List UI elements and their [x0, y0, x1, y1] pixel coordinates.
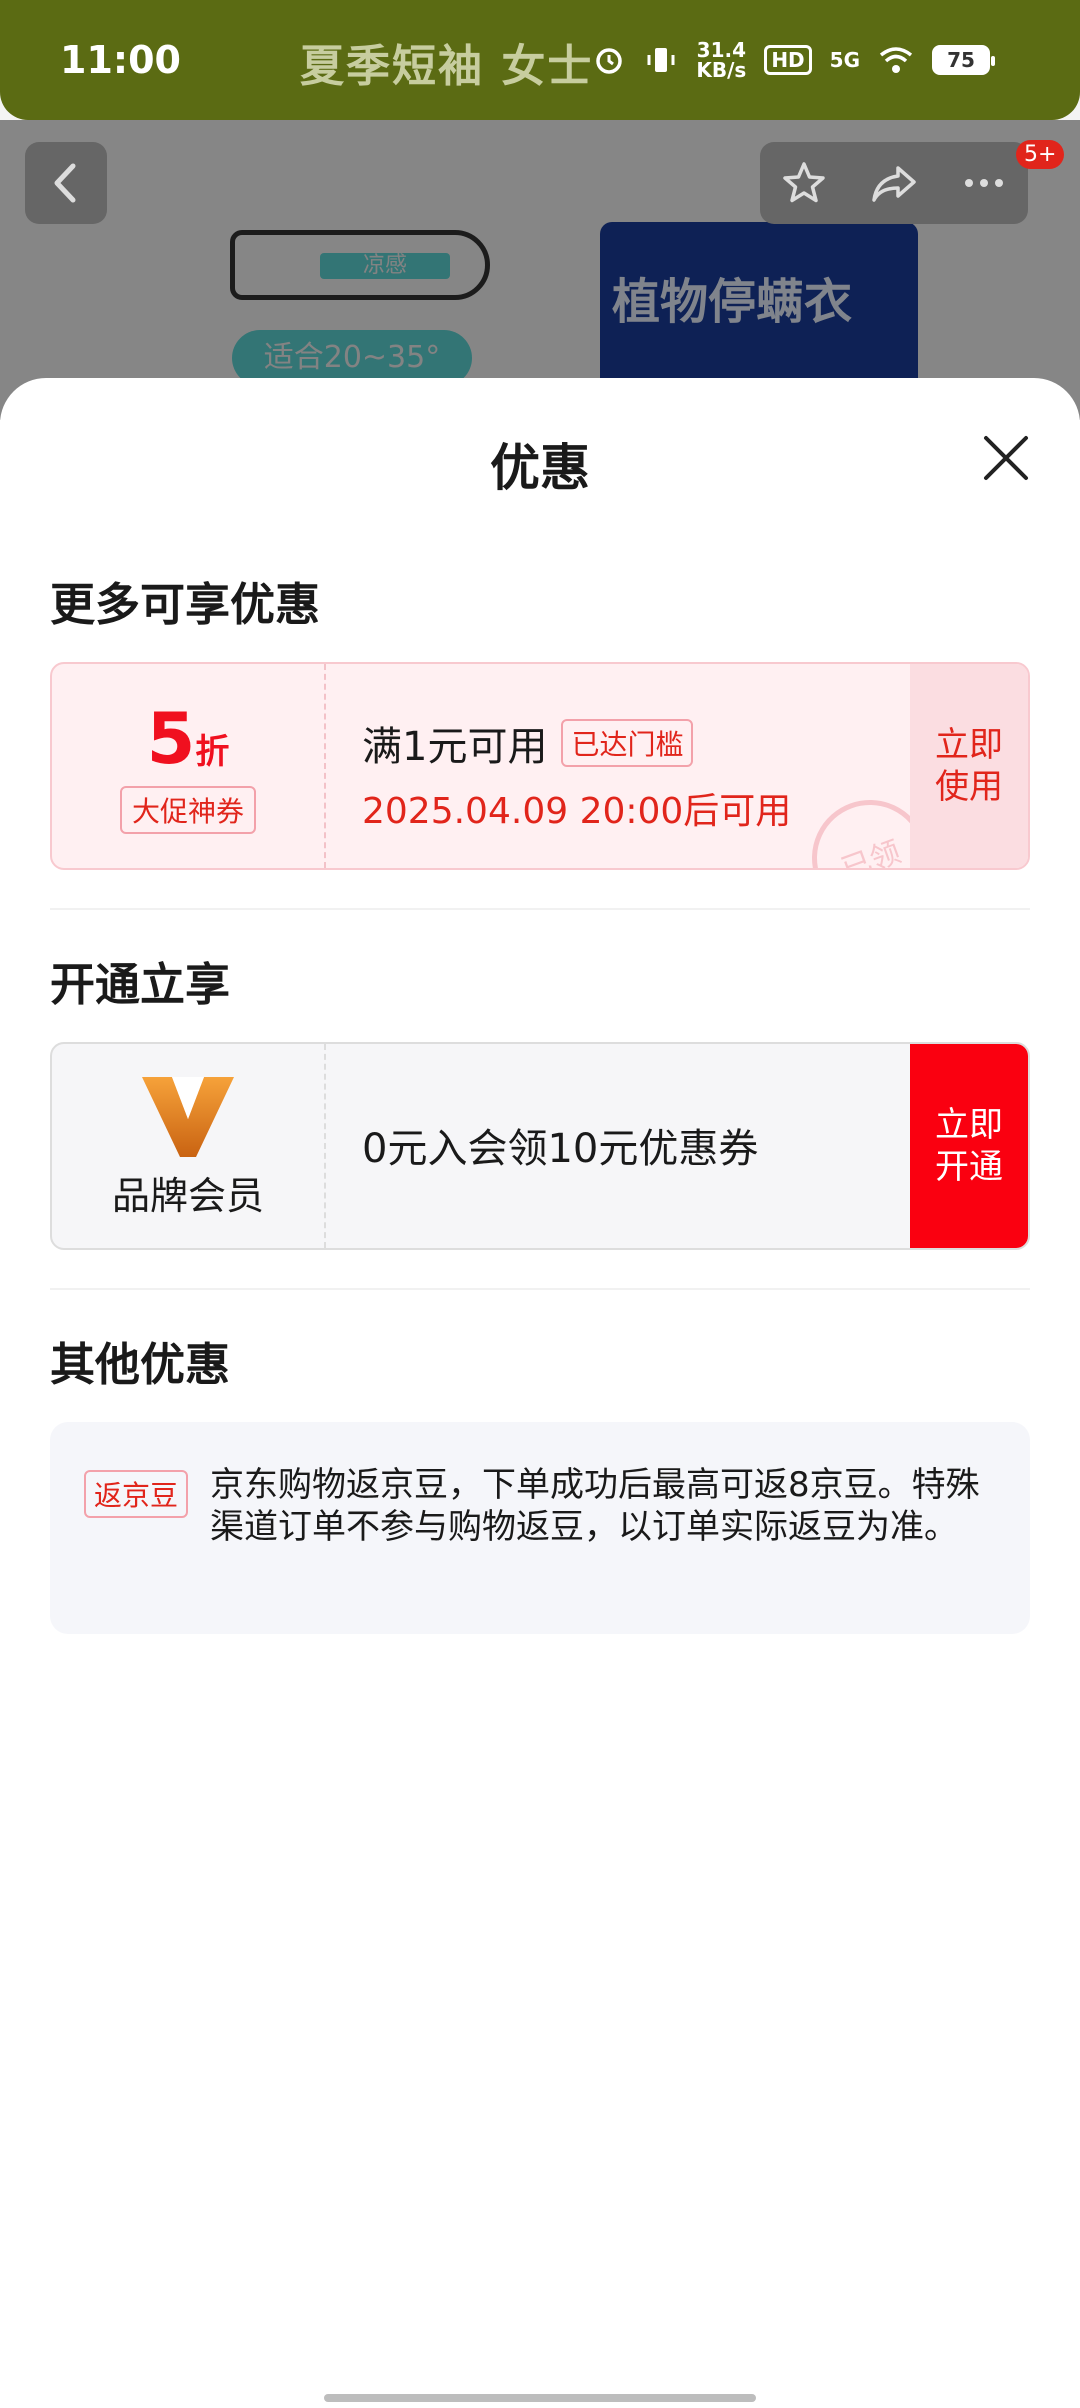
coupon-condition: 满1元可用 — [362, 724, 548, 770]
section-membership-title: 开通立享 — [50, 958, 231, 1011]
alarm-icon — [596, 48, 623, 74]
home-indicator[interactable] — [324, 2394, 756, 2402]
network-type: 5G — [829, 48, 860, 72]
speed-unit: KB/s — [696, 58, 747, 82]
status-icons: 31.4 KB/s HD 5G 75 — [592, 40, 995, 80]
chevron-left-icon — [54, 163, 76, 203]
message-badge: 5+ — [1016, 140, 1065, 169]
battery-indicator: 75 — [932, 45, 995, 75]
discount-coupon[interactable]: 5折 大促神券 满1元可用 已达门槛 2025.04.09 20:00后可用 已… — [50, 662, 1030, 870]
hd-indicator: HD — [764, 45, 812, 75]
discount-sheet: 优惠 更多可享优惠 5折 大促神券 满1元可用 已达门槛 2025.04.09 … — [0, 378, 1080, 2408]
jingdou-text: 京东购物返京豆，下单成功后最高可返8京豆。特殊渠道订单不参与购物返豆，以订单实际… — [210, 1465, 980, 1547]
background-title: 夏季短袖 女士 — [300, 41, 594, 92]
v-logo-icon — [142, 1076, 234, 1157]
close-icon[interactable] — [978, 430, 1034, 486]
membership-coupon[interactable]: 品牌会员 0元入会领10元优惠券 立即 开通 — [50, 1042, 1030, 1250]
divider — [50, 1288, 1030, 1290]
status-bar: 11:00 夏季短袖 女士 31.4 KB/s HD 5G 75 — [0, 0, 1080, 120]
jingdou-info-box: 返京豆 京东购物返京豆，下单成功后最高可返8京豆。特殊渠道订单不参与购物返豆，以… — [50, 1422, 1030, 1634]
more-icon[interactable] — [959, 158, 1009, 208]
status-time: 11:00 — [60, 38, 181, 82]
share-icon[interactable] — [868, 158, 920, 208]
speed-value: 31.4 — [696, 38, 747, 62]
vibrate-icon — [647, 48, 675, 72]
network-speed: 31.4 KB/s — [696, 40, 746, 80]
threshold-tag: 已达门槛 — [561, 719, 694, 767]
section-more-title: 更多可享优惠 — [50, 578, 321, 631]
use-now-button[interactable]: 立即 使用 — [910, 664, 1028, 868]
brand-member: 品牌会员 — [52, 1044, 326, 1248]
coupon-valid-time: 2025.04.09 20:00后可用 — [362, 791, 792, 832]
top-actions — [760, 142, 1028, 224]
sheet-title: 优惠 — [490, 439, 590, 497]
join-now-button[interactable]: 立即 开通 — [910, 1044, 1028, 1248]
jingdou-tag: 返京豆 — [84, 1470, 189, 1518]
divider — [50, 908, 1030, 910]
coupon-type-tag: 大促神券 — [119, 786, 256, 834]
section-other-title: 其他优惠 — [50, 1338, 231, 1391]
brand-member-label: 品牌会员 — [111, 1173, 264, 1218]
back-button[interactable] — [25, 142, 107, 224]
star-icon[interactable] — [779, 158, 829, 208]
coupon-info: 满1元可用 已达门槛 2025.04.09 20:00后可用 — [362, 714, 791, 834]
coupon-value: 5折 大促神券 — [52, 664, 326, 868]
membership-desc: 0元入会领10元优惠券 — [362, 1126, 759, 1172]
wifi-icon — [879, 47, 913, 73]
discount-value: 5折 — [146, 698, 230, 780]
